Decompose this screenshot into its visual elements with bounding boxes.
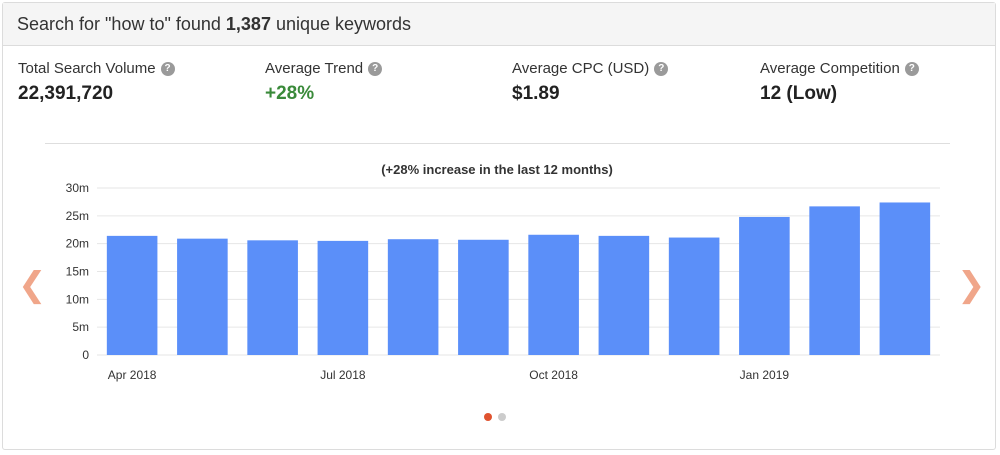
search-summary-suffix: unique keywords [275, 13, 412, 34]
y-tick-label: 25m [66, 209, 89, 223]
y-tick-label: 5m [72, 320, 89, 334]
bar-jan-2019[interactable] [739, 216, 790, 355]
bar-may-2018[interactable] [177, 238, 228, 355]
x-tick-label: Jan 2019 [740, 368, 790, 382]
help-icon[interactable]: ? [160, 61, 175, 76]
y-tick-label: 0 [82, 348, 89, 362]
divider [45, 143, 950, 144]
x-tick-label: Apr 2018 [108, 368, 157, 382]
y-tick-label: 30m [66, 181, 89, 195]
stat-average-trend: Average Trend ? +28% [265, 60, 383, 105]
help-icon[interactable]: ? [904, 61, 919, 76]
chart-title: (+28% increase in the last 12 months) [381, 162, 613, 177]
stat-label: Average CPC (USD) [512, 60, 650, 77]
bar-oct-2018[interactable] [528, 234, 579, 355]
search-summary-header: Search for "how to" found 1,387 unique k… [3, 3, 995, 46]
x-tick-label: Oct 2018 [529, 368, 578, 382]
stat-value: $1.89 [512, 83, 560, 104]
pagination-dot-1[interactable] [484, 413, 492, 421]
bar-mar-2019[interactable] [879, 202, 931, 355]
bar-feb-2019[interactable] [809, 206, 860, 355]
bar-dec-2018[interactable] [668, 237, 720, 355]
stat-label: Total Search Volume [18, 60, 156, 77]
y-tick-label: 10m [66, 292, 89, 306]
stats-row: Total Search Volume ? 22,391,720 Average… [0, 60, 1000, 120]
pagination-dot-2[interactable] [498, 413, 506, 421]
bar-jun-2018[interactable] [247, 240, 298, 355]
keyword-count: 1,387 [225, 13, 271, 34]
stat-label: Average Competition [760, 60, 900, 77]
search-summary-prefix: Search for "how to" found [17, 13, 221, 34]
chevron-right-icon[interactable]: ❯ [957, 268, 986, 302]
stat-average-competition: Average Competition ? 12 (Low) [760, 60, 919, 105]
bar-aug-2018[interactable] [387, 239, 439, 355]
y-tick-label: 20m [66, 237, 89, 251]
help-icon[interactable]: ? [368, 61, 383, 76]
search-volume-chart: (+28% increase in the last 12 months) 0 5… [66, 162, 940, 382]
bar-apr-2018[interactable] [106, 235, 158, 355]
stat-value: +28% [265, 83, 315, 104]
stat-average-cpc: Average CPC (USD) ? $1.89 [512, 60, 669, 105]
bar-sep-2018[interactable] [458, 239, 509, 355]
stat-value: 12 (Low) [760, 83, 838, 104]
chevron-left-icon[interactable]: ❮ [18, 268, 47, 302]
bar-nov-2018[interactable] [598, 235, 650, 355]
stat-label: Average Trend [265, 60, 364, 77]
help-icon[interactable]: ? [654, 61, 669, 76]
x-tick-label: Jul 2018 [320, 368, 366, 382]
stat-value: 22,391,720 [18, 83, 114, 104]
y-tick-label: 15m [66, 265, 89, 279]
bar-jul-2018[interactable] [317, 240, 369, 355]
stat-total-search-volume: Total Search Volume ? 22,391,720 [18, 60, 175, 105]
pagination-dots [484, 413, 506, 421]
